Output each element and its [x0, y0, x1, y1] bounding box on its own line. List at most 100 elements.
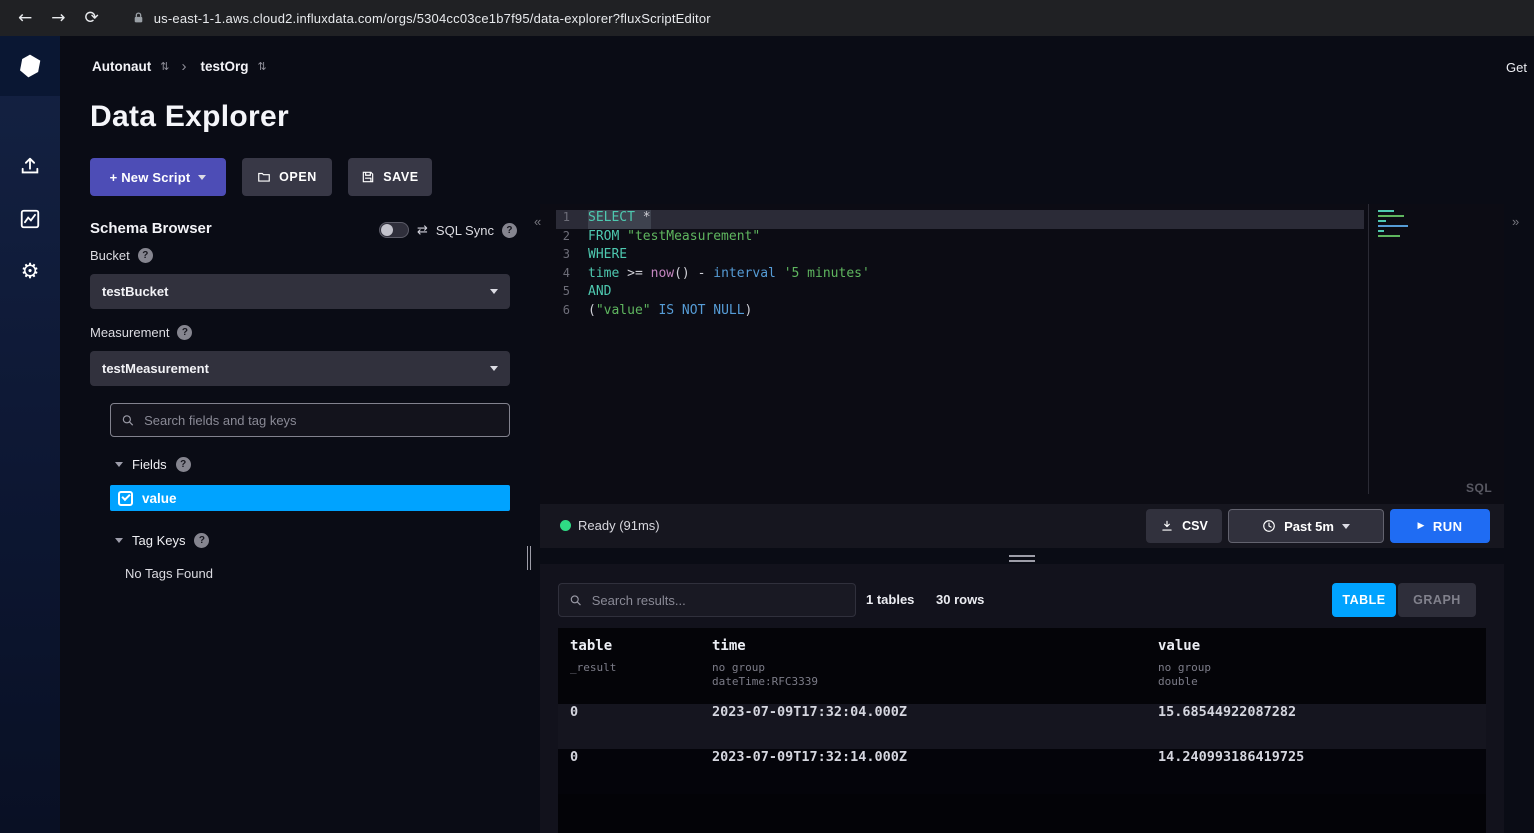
code-text: FROM "testMeasurement" — [588, 229, 760, 248]
browser-toolbar: ← → ⟳ us-east-1-1.aws.cloud2.influxdata.… — [0, 0, 1534, 36]
schema-search-input[interactable] — [144, 413, 499, 428]
schema-search — [110, 403, 510, 437]
org-picker[interactable]: testOrg — [200, 59, 248, 74]
vertical-resize-handle[interactable] — [525, 200, 533, 833]
rows-count: 30 rows — [936, 592, 984, 607]
column-header: table_result — [570, 638, 616, 675]
chevron-down-icon — [1342, 524, 1350, 529]
bucket-label: Bucket ? — [90, 248, 153, 263]
chevron-down-icon — [198, 175, 206, 180]
code-line[interactable]: 5AND — [556, 284, 1364, 303]
fields-help-icon[interactable]: ? — [176, 457, 191, 472]
new-script-button[interactable]: + New Script — [90, 158, 226, 196]
sql-sync-control: ⇄ SQL Sync ? — [379, 222, 517, 238]
editor-lines: 1 SELECT *2FROM "testMeasurement"3 WHERE 4t… — [556, 210, 1364, 321]
line-number: 5 — [556, 284, 570, 303]
code-line[interactable]: 1 SELECT * — [556, 210, 1364, 229]
language-badge: SQL — [1466, 481, 1492, 495]
search-icon — [121, 413, 135, 428]
run-label: RUN — [1433, 519, 1463, 534]
save-label: SAVE — [383, 170, 419, 184]
address-bar[interactable]: us-east-1-1.aws.cloud2.influxdata.com/or… — [154, 11, 711, 26]
table-row: 02023-07-09T17:32:14.000Z14.240993186419… — [558, 749, 1486, 794]
chevron-down-icon — [490, 289, 498, 294]
download-icon — [1160, 519, 1174, 533]
account-picker[interactable]: Autonaut — [92, 59, 151, 74]
no-tags-text: No Tags Found — [125, 566, 213, 581]
csv-download-button[interactable]: CSV — [1146, 509, 1222, 543]
code-text: time >= now() - interval '5 minutes' — [588, 266, 870, 285]
lock-icon[interactable] — [132, 11, 145, 25]
results-search-input[interactable] — [592, 593, 845, 608]
play-icon: ▶ — [1417, 521, 1424, 531]
reload-icon[interactable]: ⟳ — [85, 8, 99, 28]
settings-gear-icon[interactable]: ⚙ — [18, 259, 42, 283]
measurement-help-icon[interactable]: ? — [177, 325, 192, 340]
account-caret-icon[interactable]: ⇅ — [160, 60, 169, 73]
status-dot-icon — [560, 520, 571, 531]
code-line[interactable]: 3 WHERE — [556, 247, 1364, 266]
code-text: ("value" IS NOT NULL) — [588, 303, 752, 322]
collapse-right-icon[interactable]: » — [1512, 214, 1519, 229]
org-caret-icon[interactable]: ⇅ — [257, 60, 266, 73]
sql-sync-toggle[interactable] — [379, 222, 409, 238]
open-button[interactable]: OPEN — [242, 158, 332, 196]
results-panel: 1 tables 30 rows TABLE GRAPH table_resul… — [540, 564, 1504, 833]
tag-keys-help-icon[interactable]: ? — [194, 533, 209, 548]
header-get-link[interactable]: Get — [1506, 60, 1527, 75]
time-range-dropdown[interactable]: Past 5m — [1228, 509, 1384, 543]
measurement-value: testMeasurement — [102, 361, 490, 376]
line-number: 3 — [556, 247, 570, 266]
collapse-left-icon[interactable]: « — [534, 214, 541, 229]
horizontal-resize-handle[interactable] — [540, 551, 1504, 565]
sql-sync-help-icon[interactable]: ? — [502, 223, 517, 238]
sql-editor[interactable]: « 1SELECT *2FROM "testMeasurement"3WHERE… — [540, 204, 1504, 504]
code-line[interactable]: 6("value" IS NOT NULL) — [556, 303, 1364, 322]
forward-icon[interactable]: → — [51, 8, 65, 28]
breadcrumb: Autonaut ⇅ › testOrg ⇅ — [92, 58, 279, 75]
chevron-down-icon — [490, 366, 498, 371]
data-explorer-icon[interactable] — [18, 207, 42, 231]
tab-graph[interactable]: GRAPH — [1398, 583, 1476, 617]
save-button[interactable]: SAVE — [348, 158, 432, 196]
tag-keys-label: Tag Keys — [132, 533, 185, 548]
code-line[interactable]: 4 time >= now() - interval '5 minutes' — [556, 266, 1364, 285]
editor-divider — [1368, 204, 1369, 494]
tag-keys-section-header[interactable]: Tag Keys ? — [115, 533, 209, 548]
column-header: valueno groupdouble — [1158, 638, 1211, 689]
bucket-help-icon[interactable]: ? — [138, 248, 153, 263]
editor-minimap[interactable] — [1378, 210, 1418, 240]
tab-table[interactable]: TABLE — [1332, 583, 1396, 617]
checkbox-checked-icon[interactable] — [118, 491, 133, 506]
code-text: WHERE — [588, 247, 627, 266]
line-number: 4 — [556, 266, 570, 285]
run-button[interactable]: ▶ RUN — [1390, 509, 1490, 543]
results-table-head: table_resulttimeno groupdateTime:RFC3339… — [558, 628, 1486, 704]
back-icon[interactable]: ← — [18, 8, 32, 28]
influxdb-logo[interactable] — [0, 36, 60, 96]
expander-caret-icon — [115, 538, 123, 543]
nav-rail: ⚙ ? — [0, 36, 60, 833]
field-item-value[interactable]: value — [110, 485, 510, 511]
query-status-text: Ready (91ms) — [578, 504, 660, 548]
upload-icon[interactable] — [18, 154, 42, 178]
results-search — [558, 583, 856, 617]
search-icon — [569, 593, 583, 608]
line-number: 1 — [556, 210, 570, 229]
breadcrumb-separator-icon: › — [181, 58, 186, 75]
bucket-dropdown[interactable]: testBucket — [90, 274, 510, 309]
table-cell: 0 — [570, 704, 578, 720]
code-line[interactable]: 2FROM "testMeasurement" — [556, 229, 1364, 248]
folder-icon — [257, 170, 271, 184]
save-disk-icon — [361, 170, 375, 184]
expander-caret-icon — [115, 462, 123, 467]
measurement-dropdown[interactable]: testMeasurement — [90, 351, 510, 386]
sql-sync-label: SQL Sync — [436, 223, 494, 238]
sync-icon: ⇄ — [417, 223, 428, 238]
fields-label: Fields — [132, 457, 167, 472]
fields-section-header[interactable]: Fields ? — [115, 457, 191, 472]
table-row: 02023-07-09T17:32:04.000Z15.685449220872… — [558, 704, 1486, 749]
code-text: SELECT * — [588, 210, 651, 229]
page-title: Data Explorer — [90, 100, 289, 134]
results-table: table_resulttimeno groupdateTime:RFC3339… — [558, 628, 1486, 833]
